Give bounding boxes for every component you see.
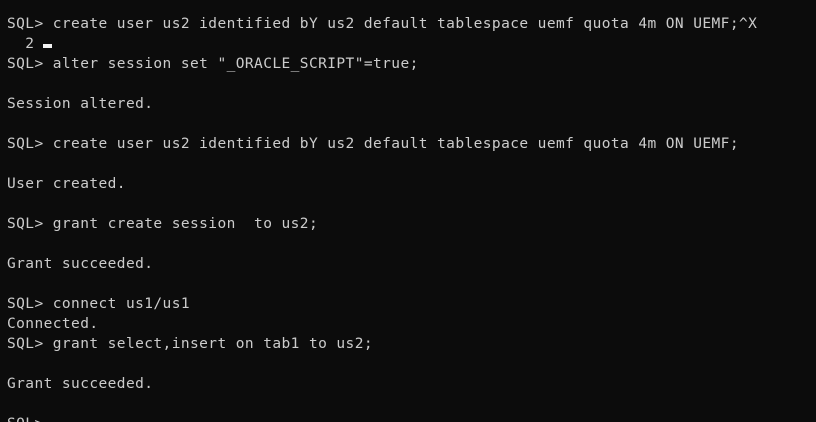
- terminal-line: SQL> create user us2 identified bY us2 d…: [7, 16, 758, 32]
- terminal-line: SQL> grant select,insert on tab1 to us2;: [7, 336, 373, 352]
- terminal-line: SQL> create user us2 identified bY us2 d…: [7, 136, 739, 152]
- terminal-line: Connected.: [7, 316, 99, 332]
- terminal-line: Session altered.: [7, 96, 154, 112]
- terminal-line-number: 2: [7, 36, 35, 52]
- terminal-line: Grant succeeded.: [7, 256, 154, 272]
- sql-prompt[interactable]: SQL>: [7, 414, 44, 422]
- terminal-window[interactable]: SQL> create user us2 identified bY us2 d…: [0, 0, 816, 422]
- terminal-line-continuation: 2: [7, 34, 53, 54]
- terminal-line: User created.: [7, 176, 126, 192]
- terminal-line: SQL> grant create session to us2;: [7, 216, 319, 232]
- terminal-line: SQL> alter session set "_ORACLE_SCRIPT"=…: [7, 56, 419, 72]
- text-cursor: [43, 44, 53, 48]
- terminal-line: SQL> connect us1/us1: [7, 296, 190, 312]
- terminal-line: Grant succeeded.: [7, 376, 154, 392]
